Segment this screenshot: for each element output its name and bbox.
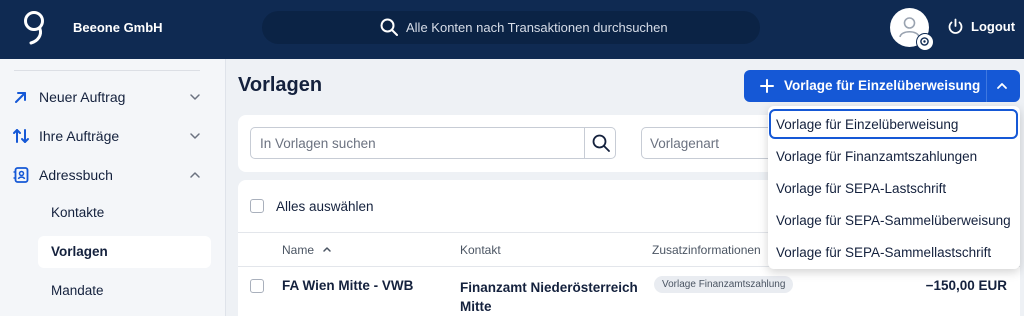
plus-icon bbox=[760, 79, 774, 93]
template-search-button[interactable] bbox=[584, 128, 616, 158]
template-search-placeholder: In Vorlagen suchen bbox=[260, 136, 376, 151]
sidebar-subitem-mandate[interactable]: Mandate bbox=[51, 283, 104, 298]
global-search[interactable]: Alle Konten nach Transaktionen durchsuch… bbox=[262, 11, 760, 44]
template-type-select[interactable]: Vorlagenart bbox=[641, 127, 781, 159]
row-checkbox[interactable] bbox=[250, 279, 264, 293]
table-row-amount: −150,00 EUR bbox=[925, 278, 1007, 293]
sidebar-item-label: Neuer Auftrag bbox=[39, 89, 126, 105]
select-all-label: Alles auswählen bbox=[276, 199, 374, 214]
search-icon bbox=[592, 134, 610, 152]
company-name: Beeone GmbH bbox=[73, 20, 163, 35]
power-icon bbox=[948, 18, 963, 34]
column-header-info: Zusatzinformationen bbox=[652, 243, 761, 257]
beeone-logo-icon[interactable] bbox=[20, 10, 48, 46]
sidebar-item-label: Adressbuch bbox=[39, 167, 113, 183]
chevron-down-icon[interactable] bbox=[189, 130, 201, 142]
sidebar-item-neuer-auftrag[interactable]: Neuer Auftrag bbox=[12, 88, 125, 106]
arrows-up-down-icon bbox=[13, 129, 29, 143]
status-badge: Vorlage Finanzamtszahlung bbox=[654, 276, 794, 293]
chevron-down-icon[interactable] bbox=[189, 91, 201, 103]
sidebar-subitem-kontakte[interactable]: Kontakte bbox=[51, 205, 104, 220]
sidebar-subitem-vorlagen[interactable]: Vorlagen bbox=[51, 244, 108, 259]
column-header-contact[interactable]: Kontakt bbox=[460, 243, 501, 257]
menu-item-einzelueberweisung[interactable]: Vorlage für Einzelüberweisung bbox=[776, 117, 958, 132]
split-button-divider bbox=[986, 70, 987, 102]
search-icon bbox=[380, 18, 398, 36]
template-search-input[interactable]: In Vorlagen suchen bbox=[250, 127, 616, 159]
chevron-up-icon[interactable] bbox=[189, 169, 201, 181]
new-template-button-label: Vorlage für Einzelüberweisung bbox=[784, 78, 981, 93]
page-title: Vorlagen bbox=[238, 74, 323, 96]
table-row-name[interactable]: FA Wien Mitte - VWB bbox=[282, 278, 413, 293]
global-search-placeholder: Alle Konten nach Transaktionen durchsuch… bbox=[406, 20, 668, 35]
sidebar-item-ihre-auftraege[interactable]: Ihre Aufträge bbox=[12, 127, 119, 145]
gear-icon bbox=[920, 37, 929, 46]
menu-item-sepa-sammellastschrift[interactable]: Vorlage für SEPA-Sammellastschrift bbox=[776, 245, 991, 260]
menu-item-finanzamtszahlungen[interactable]: Vorlage für Finanzamtszahlungen bbox=[776, 149, 977, 164]
menu-item-sepa-sammelueberweisung[interactable]: Vorlage für SEPA-Sammelüberweisung bbox=[776, 213, 1011, 228]
sidebar-item-adressbuch[interactable]: Adressbuch bbox=[12, 166, 113, 184]
settings-badge[interactable] bbox=[916, 33, 934, 51]
sidebar-divider bbox=[14, 70, 200, 71]
table-row-contact: Finanzamt Niederösterreich Mitte bbox=[460, 280, 638, 314]
select-all-checkbox[interactable] bbox=[250, 199, 264, 213]
arrow-up-right-icon bbox=[15, 92, 26, 103]
template-type-placeholder: Vorlagenart bbox=[650, 136, 720, 151]
logout-button[interactable]: Logout bbox=[947, 18, 1015, 35]
address-book-icon bbox=[13, 167, 29, 183]
column-header-name[interactable]: Name bbox=[282, 243, 314, 257]
menu-item-sepa-lastschrift[interactable]: Vorlage für SEPA-Lastschrift bbox=[776, 181, 946, 196]
new-template-split-button[interactable]: Vorlage für Einzelüberweisung bbox=[744, 70, 1020, 102]
sidebar-item-label: Ihre Aufträge bbox=[39, 128, 120, 144]
chevron-up-icon[interactable] bbox=[995, 80, 1009, 92]
sort-ascending-icon[interactable] bbox=[322, 245, 332, 253]
logout-label: Logout bbox=[971, 19, 1016, 34]
